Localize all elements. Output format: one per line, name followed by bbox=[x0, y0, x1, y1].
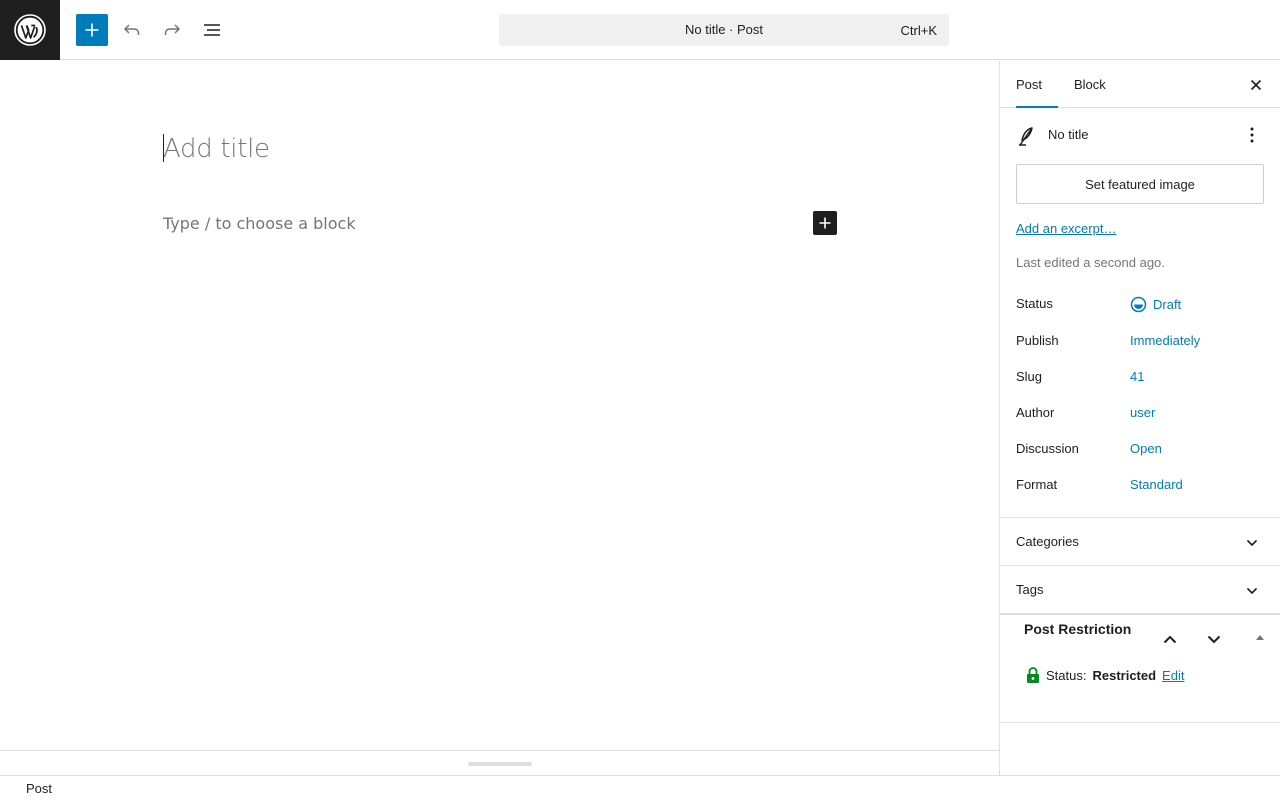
move-up-button[interactable] bbox=[1158, 627, 1182, 651]
status-row: Status Draft bbox=[1016, 296, 1264, 316]
sidebar-tabs: Post Block bbox=[1000, 61, 1280, 108]
editor-header: No title · Post Ctrl+K bbox=[0, 0, 1280, 60]
author-label: Author bbox=[1016, 405, 1055, 420]
restriction-status: Status: Restricted Edit bbox=[1026, 667, 1184, 683]
redo-icon bbox=[164, 24, 181, 35]
status-value: Draft bbox=[1153, 297, 1182, 312]
command-palette-bar[interactable]: No title · Post Ctrl+K bbox=[499, 14, 949, 46]
format-row: Format Standard bbox=[1016, 477, 1264, 497]
tab-post[interactable]: Post bbox=[1016, 61, 1058, 108]
slug-value-button[interactable]: 41 bbox=[1130, 369, 1144, 384]
categories-panel-toggle[interactable]: Categories bbox=[1000, 517, 1280, 565]
slug-label: Slug bbox=[1016, 369, 1043, 384]
plus-icon bbox=[85, 23, 99, 37]
editor-canvas: Add title Type / to choose a block bbox=[0, 61, 999, 750]
restriction-status-prefix: Status: bbox=[1046, 667, 1087, 683]
add-excerpt-link[interactable]: Add an excerpt… bbox=[1016, 221, 1116, 236]
discussion-label: Discussion bbox=[1016, 441, 1079, 456]
restriction-edit-link[interactable]: Edit bbox=[1162, 668, 1184, 683]
author-row: Author user bbox=[1016, 405, 1264, 425]
post-restriction-metabox: Post Restriction Status: Restricted Edit bbox=[1000, 613, 1280, 723]
tab-block[interactable]: Block bbox=[1074, 61, 1106, 108]
close-icon bbox=[1250, 79, 1262, 91]
post-title-input[interactable]: Add title bbox=[163, 134, 270, 164]
document-overview-button[interactable] bbox=[196, 14, 228, 46]
categories-panel-title: Categories bbox=[1016, 534, 1079, 549]
resize-handle[interactable] bbox=[468, 762, 532, 766]
restriction-status-value: Restricted bbox=[1092, 667, 1157, 683]
publish-label: Publish bbox=[1016, 333, 1059, 348]
list-view-icon bbox=[204, 24, 220, 36]
set-featured-image-button[interactable]: Set featured image bbox=[1016, 164, 1264, 204]
breadcrumb-post[interactable]: Post bbox=[26, 781, 52, 796]
toggle-panel-button[interactable] bbox=[1252, 629, 1268, 645]
post-card: No title bbox=[1016, 123, 1264, 147]
settings-sidebar: Post Block No title Set featured image A… bbox=[999, 61, 1280, 775]
post-restriction-title: Post Restriction bbox=[1024, 621, 1132, 637]
default-block-placeholder[interactable]: Type / to choose a block bbox=[163, 214, 356, 233]
author-value-button[interactable]: user bbox=[1130, 405, 1155, 420]
metabox-resize-area bbox=[0, 750, 999, 775]
post-card-title: No title bbox=[1048, 127, 1089, 142]
chevron-down-icon bbox=[1207, 635, 1221, 643]
wordpress-logo-icon bbox=[14, 14, 46, 46]
close-sidebar-button[interactable] bbox=[1244, 73, 1268, 97]
chevron-down-icon bbox=[1240, 534, 1264, 552]
chevron-down-icon bbox=[1240, 582, 1264, 600]
tags-panel-title: Tags bbox=[1016, 582, 1044, 597]
discussion-value-button[interactable]: Open bbox=[1130, 441, 1162, 456]
keyboard-shortcut: Ctrl+K bbox=[900, 23, 937, 38]
undo-button[interactable] bbox=[116, 14, 148, 46]
redo-button[interactable] bbox=[156, 14, 188, 46]
block-breadcrumb-bar: Post bbox=[0, 775, 1280, 800]
status-value-button[interactable]: Draft bbox=[1130, 296, 1181, 313]
format-label: Format bbox=[1016, 477, 1058, 492]
feather-icon bbox=[1019, 127, 1033, 146]
publish-row: Publish Immediately bbox=[1016, 333, 1264, 353]
format-value-button[interactable]: Standard bbox=[1130, 477, 1183, 492]
caret-up-icon bbox=[1256, 635, 1264, 640]
discussion-row: Discussion Open bbox=[1016, 441, 1264, 461]
document-title: No title · Post bbox=[684, 22, 764, 37]
inline-block-inserter-button[interactable] bbox=[813, 211, 837, 235]
lock-icon bbox=[1027, 667, 1039, 683]
slug-row: Slug 41 bbox=[1016, 369, 1264, 389]
undo-icon bbox=[123, 24, 140, 35]
tags-panel-toggle[interactable]: Tags bbox=[1000, 565, 1280, 613]
plus-icon bbox=[819, 217, 831, 229]
draft-status-icon bbox=[1130, 296, 1147, 313]
publish-value-button[interactable]: Immediately bbox=[1130, 333, 1200, 348]
more-vertical-icon bbox=[1250, 127, 1254, 143]
block-inserter-button[interactable] bbox=[76, 14, 108, 46]
last-edited-text: Last edited a second ago. bbox=[1016, 255, 1165, 270]
wordpress-logo-button[interactable] bbox=[0, 0, 60, 60]
move-down-button[interactable] bbox=[1202, 627, 1226, 651]
chevron-up-icon bbox=[1163, 635, 1177, 643]
status-label: Status bbox=[1016, 296, 1053, 311]
post-actions-button[interactable] bbox=[1240, 123, 1264, 147]
